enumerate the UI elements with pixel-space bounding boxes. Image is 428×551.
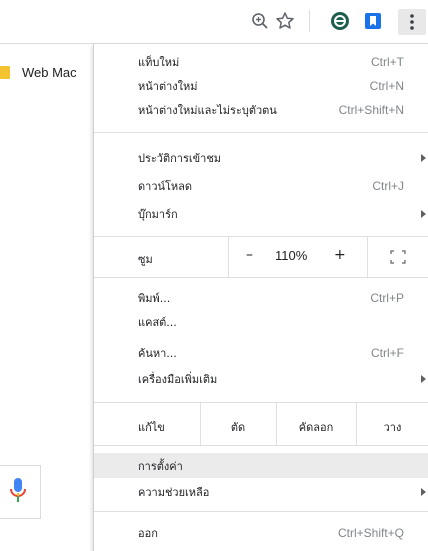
folder-icon bbox=[0, 65, 10, 79]
menu-item-shortcut: Ctrl+Shift+N bbox=[338, 103, 404, 117]
menu-item-label: เครื่องมือเพิ่มเติม bbox=[138, 373, 218, 386]
zoom-row: ซูม – 110% + bbox=[94, 237, 428, 277]
cut-button[interactable]: ตัด bbox=[200, 418, 276, 436]
menu-item-new-window[interactable]: หน้าต่างใหม่ Ctrl+N bbox=[94, 74, 428, 98]
menu-item-new-tab[interactable]: แท็บใหม่ Ctrl+T bbox=[94, 50, 428, 74]
menu-item-downloads[interactable]: ดาวน์โหลด Ctrl+J bbox=[94, 174, 428, 198]
menu-item-cast[interactable]: แคสต์... bbox=[94, 310, 428, 334]
zoom-cell-divider bbox=[228, 237, 229, 277]
menu-item-shortcut: Ctrl+F bbox=[371, 346, 404, 360]
fullscreen-icon[interactable] bbox=[390, 250, 406, 267]
menu-item-label: ประวัติการเข้าชม bbox=[138, 152, 222, 165]
star-icon[interactable] bbox=[273, 9, 297, 33]
menu-item-label: ออก bbox=[138, 527, 158, 540]
menu-item-label: แท็บใหม่ bbox=[138, 56, 180, 69]
submenu-arrow-icon bbox=[421, 210, 426, 218]
menu-item-more-tools[interactable]: เครื่องมือเพิ่มเติม bbox=[94, 367, 428, 391]
menu-item-label: แคสต์... bbox=[138, 316, 177, 329]
menu-item-label: พิมพ์... bbox=[138, 292, 171, 305]
menu-item-shortcut: Ctrl+J bbox=[372, 179, 404, 193]
paste-button[interactable]: วาง bbox=[356, 418, 428, 436]
menu-item-shortcut: Ctrl+N bbox=[369, 79, 404, 93]
menu-item-label: บุ๊กมาร์ก bbox=[138, 208, 178, 221]
menu-divider bbox=[94, 445, 428, 446]
menu-item-settings[interactable]: การตั้งค่า bbox=[94, 453, 428, 478]
zoom-out-button[interactable]: – bbox=[246, 247, 253, 263]
zoom-in-button[interactable]: + bbox=[334, 247, 346, 263]
edit-row: แก้ไข ตัด คัดลอก วาง bbox=[94, 403, 428, 445]
menu-item-label: ความช่วยเหลือ bbox=[138, 486, 210, 499]
zoom-cell-divider bbox=[367, 237, 368, 277]
menu-item-shortcut: Ctrl+P bbox=[370, 291, 404, 305]
menu-item-bookmarks[interactable]: บุ๊กมาร์ก bbox=[94, 202, 428, 226]
menu-divider bbox=[94, 132, 428, 133]
toolbar-divider bbox=[309, 10, 310, 32]
edit-label: แก้ไข bbox=[138, 421, 165, 434]
submenu-arrow-icon bbox=[421, 375, 426, 383]
menu-item-label: หน้าต่างใหม่ bbox=[138, 80, 198, 93]
submenu-arrow-icon bbox=[421, 154, 426, 162]
menu-item-exit[interactable]: ออก Ctrl+Shift+Q bbox=[94, 521, 428, 545]
menu-item-label: ดาวน์โหลด bbox=[138, 180, 193, 193]
menu-divider bbox=[94, 511, 428, 512]
chrome-main-menu: แท็บใหม่ Ctrl+T หน้าต่างใหม่ Ctrl+N หน้า… bbox=[93, 44, 428, 551]
menu-item-new-incognito-window[interactable]: หน้าต่างใหม่และไม่ระบุตัวตน Ctrl+Shift+N bbox=[94, 98, 428, 122]
menu-item-print[interactable]: พิมพ์... Ctrl+P bbox=[94, 286, 428, 310]
copy-button[interactable]: คัดลอก bbox=[276, 418, 356, 436]
zoom-label: ซูม bbox=[138, 253, 153, 266]
zoom-icon[interactable] bbox=[248, 9, 272, 33]
microphone-icon bbox=[10, 478, 26, 502]
bookmark-folder-web-mac[interactable]: Web Mac bbox=[0, 62, 77, 82]
zoom-level-value: 110% bbox=[275, 248, 308, 263]
menu-dots-icon[interactable] bbox=[398, 9, 426, 35]
menu-item-shortcut: Ctrl+T bbox=[371, 55, 404, 69]
bookmark-label: Web Mac bbox=[22, 64, 77, 80]
menu-item-help[interactable]: ความช่วยเหลือ bbox=[94, 480, 428, 504]
menu-item-find[interactable]: ค้นหา... Ctrl+F bbox=[94, 341, 428, 365]
bookmark-ext-icon[interactable] bbox=[361, 9, 385, 33]
menu-item-label: การตั้งค่า bbox=[138, 459, 183, 473]
menu-item-shortcut: Ctrl+Shift+Q bbox=[337, 526, 404, 540]
voice-search-button[interactable] bbox=[0, 465, 41, 519]
menu-item-label: หน้าต่างใหม่และไม่ระบุตัวตน bbox=[138, 104, 277, 117]
extension-icon[interactable] bbox=[328, 9, 352, 33]
browser-toolbar bbox=[0, 0, 428, 43]
menu-item-history[interactable]: ประวัติการเข้าชม bbox=[94, 146, 428, 170]
submenu-arrow-icon bbox=[421, 488, 426, 496]
menu-item-label: ค้นหา... bbox=[138, 347, 177, 360]
menu-divider bbox=[94, 277, 428, 278]
